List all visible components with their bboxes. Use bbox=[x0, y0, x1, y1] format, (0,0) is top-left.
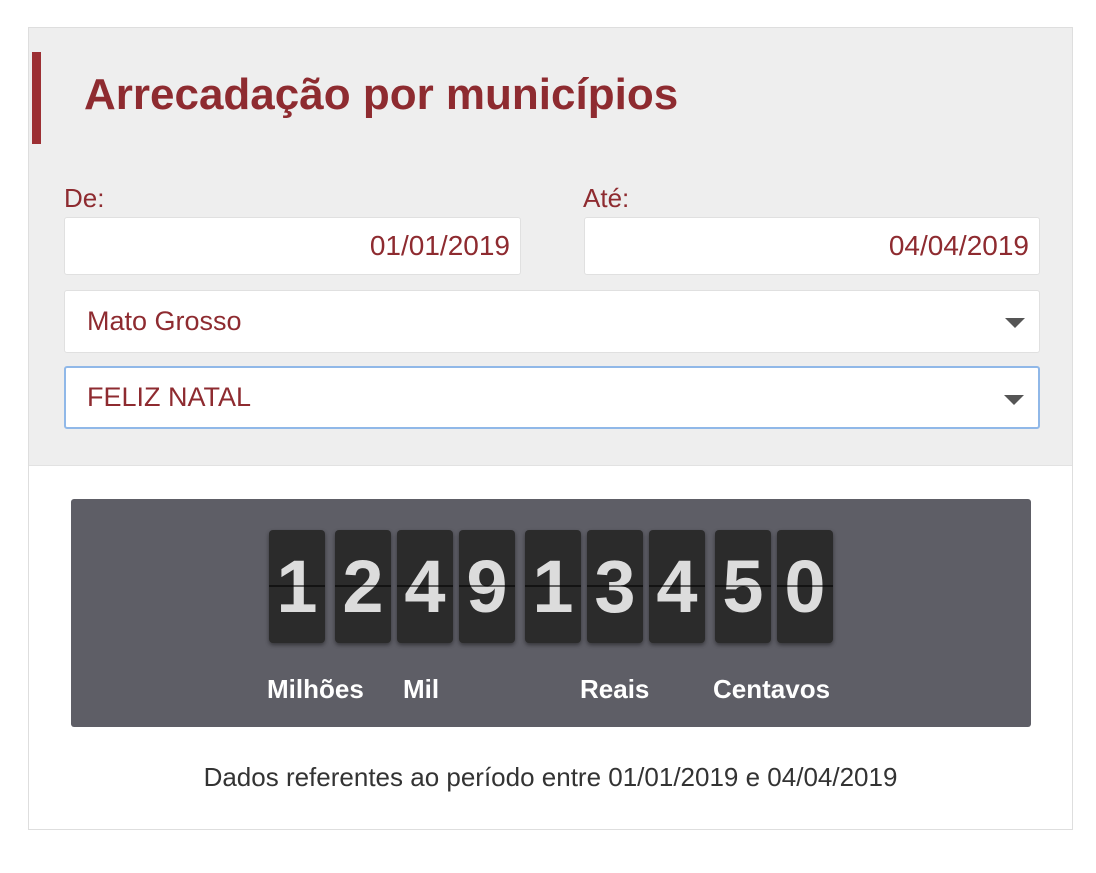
counter-digit: 4 bbox=[649, 530, 705, 643]
state-select-value: Mato Grosso bbox=[87, 306, 242, 336]
filter-panel: Arrecadação por municípios De: Até: 01/0… bbox=[29, 28, 1072, 466]
page-title: Arrecadação por municípios bbox=[84, 70, 679, 119]
unit-label-thousands: Mil bbox=[403, 674, 440, 704]
caret-down-icon bbox=[1004, 395, 1024, 405]
unit-label-millions: Milhões bbox=[267, 674, 364, 704]
from-date-label: De: bbox=[64, 183, 105, 213]
from-date-input[interactable]: 01/01/2019 bbox=[64, 217, 521, 275]
counter-digit: 0 bbox=[777, 530, 833, 643]
counter-digit: 1 bbox=[269, 530, 325, 643]
counter-digit: 3 bbox=[587, 530, 643, 643]
municipality-select-value: FELIZ NATAL bbox=[87, 382, 252, 412]
to-date-label: Até: bbox=[583, 183, 630, 213]
counter-digit: 2 bbox=[335, 530, 391, 643]
revenue-counter: 1 2 4 9 1 3 4 5 0 Milhões Mil Reais Cent… bbox=[71, 499, 1031, 727]
counter-digit: 4 bbox=[397, 530, 453, 643]
municipality-select[interactable]: FELIZ NATAL bbox=[64, 366, 1040, 429]
municipal-collection-widget: Arrecadação por municípios De: Até: 01/0… bbox=[28, 27, 1073, 830]
title-accent-bar bbox=[32, 52, 41, 144]
unit-label-cents: Centavos bbox=[713, 674, 831, 704]
state-select[interactable]: Mato Grosso bbox=[64, 290, 1040, 353]
unit-label-reais: Reais bbox=[580, 674, 650, 704]
counter-digit: 1 bbox=[525, 530, 581, 643]
counter-digit: 5 bbox=[715, 530, 771, 643]
counter-digit: 9 bbox=[459, 530, 515, 643]
caret-down-icon bbox=[1005, 318, 1025, 328]
period-note: Dados referentes ao período entre 01/01/… bbox=[203, 762, 898, 792]
to-date-input[interactable]: 04/04/2019 bbox=[584, 217, 1040, 275]
